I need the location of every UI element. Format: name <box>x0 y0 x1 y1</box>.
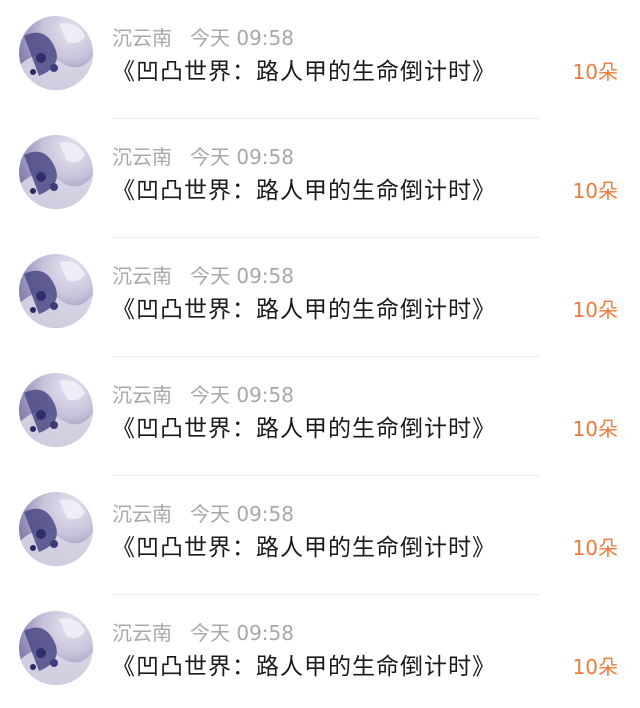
user-avatar-icon[interactable] <box>19 16 93 90</box>
user-avatar-icon[interactable] <box>19 135 93 209</box>
username[interactable]: 沉云南 <box>112 145 172 169</box>
item-meta: 沉云南 今天 09:58 <box>112 262 294 290</box>
book-title[interactable]: 《凹凸世界：路人甲的生命倒计时》 <box>112 55 496 89</box>
gift-amount: 10朵 <box>572 179 618 203</box>
book-title[interactable]: 《凹凸世界：路人甲的生命倒计时》 <box>112 293 496 327</box>
book-title[interactable]: 《凹凸世界：路人甲的生命倒计时》 <box>112 531 496 565</box>
list-item[interactable]: 沉云南 今天 09:58 《凹凸世界：路人甲的生命倒计时》 10朵 <box>0 119 640 238</box>
timestamp: 今天 09:58 <box>190 145 294 169</box>
username[interactable]: 沉云南 <box>112 264 172 288</box>
gift-amount: 10朵 <box>572 60 618 84</box>
item-meta: 沉云南 今天 09:58 <box>112 24 294 52</box>
username[interactable]: 沉云南 <box>112 26 172 50</box>
item-meta: 沉云南 今天 09:58 <box>112 619 294 647</box>
user-avatar-icon[interactable] <box>19 492 93 566</box>
gift-amount: 10朵 <box>572 655 618 679</box>
user-avatar-icon[interactable] <box>19 254 93 328</box>
list-item[interactable]: 沉云南 今天 09:58 《凹凸世界：路人甲的生命倒计时》 10朵 <box>0 357 640 476</box>
username[interactable]: 沉云南 <box>112 621 172 645</box>
gift-amount: 10朵 <box>572 417 618 441</box>
list-item[interactable]: 沉云南 今天 09:58 《凹凸世界：路人甲的生命倒计时》 10朵 <box>0 0 640 119</box>
book-title[interactable]: 《凹凸世界：路人甲的生命倒计时》 <box>112 174 496 208</box>
username[interactable]: 沉云南 <box>112 502 172 526</box>
book-title[interactable]: 《凹凸世界：路人甲的生命倒计时》 <box>112 650 496 684</box>
item-meta: 沉云南 今天 09:58 <box>112 143 294 171</box>
timestamp: 今天 09:58 <box>190 502 294 526</box>
timestamp: 今天 09:58 <box>190 621 294 645</box>
username[interactable]: 沉云南 <box>112 383 172 407</box>
item-meta: 沉云南 今天 09:58 <box>112 500 294 528</box>
timestamp: 今天 09:58 <box>190 383 294 407</box>
timestamp: 今天 09:58 <box>190 26 294 50</box>
gift-amount: 10朵 <box>572 536 618 560</box>
gift-record-list: 沉云南 今天 09:58 《凹凸世界：路人甲的生命倒计时》 10朵 沉云南 今天 0… <box>0 0 640 708</box>
list-item[interactable]: 沉云南 今天 09:58 《凹凸世界：路人甲的生命倒计时》 10朵 <box>0 238 640 357</box>
gift-amount: 10朵 <box>572 298 618 322</box>
user-avatar-icon[interactable] <box>19 373 93 447</box>
list-item[interactable]: 沉云南 今天 09:58 《凹凸世界：路人甲的生命倒计时》 10朵 <box>0 476 640 595</box>
timestamp: 今天 09:58 <box>190 264 294 288</box>
user-avatar-icon[interactable] <box>19 611 93 685</box>
book-title[interactable]: 《凹凸世界：路人甲的生命倒计时》 <box>112 412 496 446</box>
item-meta: 沉云南 今天 09:58 <box>112 381 294 409</box>
list-item[interactable]: 沉云南 今天 09:58 《凹凸世界：路人甲的生命倒计时》 10朵 <box>0 595 640 708</box>
